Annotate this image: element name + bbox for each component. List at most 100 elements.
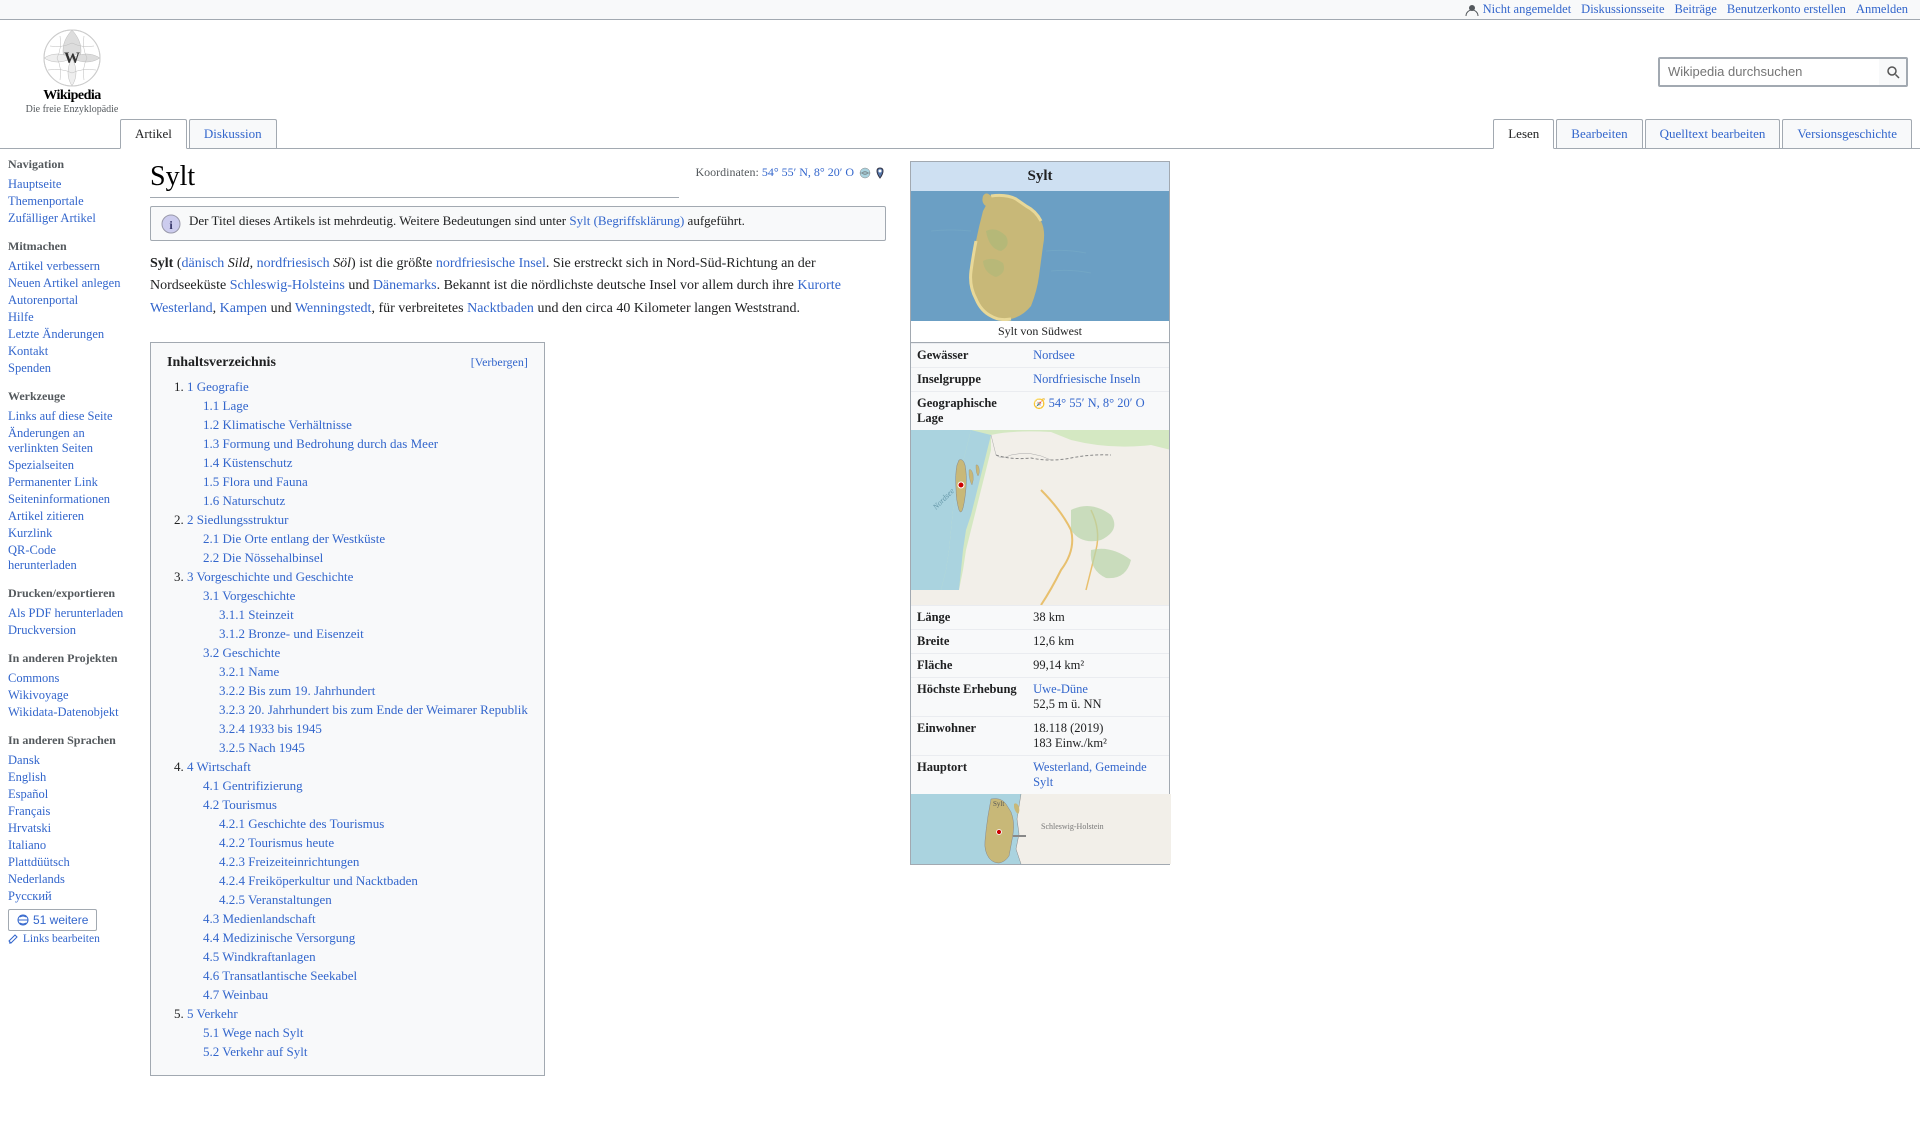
search-icon — [1886, 65, 1900, 79]
wiki-wordmark: Wikipedia — [43, 88, 101, 104]
sidebar-item-autorenportal[interactable]: Autorenportal — [8, 292, 126, 309]
tab-discussion[interactable]: Diskussion — [189, 119, 277, 148]
sidebar-lang-dansk[interactable]: Dansk — [8, 752, 126, 769]
coordinates-link[interactable]: 54° 55′ N, 8° 20′ O — [762, 165, 854, 179]
toc-toggle[interactable]: [Verbergen] — [471, 355, 528, 371]
toc-item-4-7: 4.7 Weinbau — [203, 987, 528, 1003]
sidebar-lang-italiano[interactable]: Italiano — [8, 837, 126, 854]
toc-item-3-1-1: 3.1.1 Steinzeit — [219, 607, 528, 623]
sidebar-item-spezialseiten[interactable]: Spezialseiten — [8, 457, 126, 474]
toc-item-3-2-3: 3.2.3 20. Jahrhundert bis zum Ende der W… — [219, 702, 528, 718]
sidebar-item-kontakt[interactable]: Kontakt — [8, 343, 126, 360]
infobox-value: 12,6 km — [1027, 630, 1169, 654]
sidebar-item-pdf[interactable]: Als PDF herunterladen — [8, 605, 126, 622]
toc-item-3-2-4: 3.2.4 1933 bis 1945 — [219, 721, 528, 737]
map-pin-icon — [874, 167, 886, 179]
sidebar-item-themenportale[interactable]: Themenportale — [8, 193, 126, 210]
sidebar-item-commons[interactable]: Commons — [8, 670, 126, 687]
sidebar-lang-russian[interactable]: Русский — [8, 888, 126, 905]
toc-item-1-6: 1.6 Naturschutz — [203, 493, 528, 509]
toc-item-4-2-1: 4.2.1 Geschichte des Tourismus — [219, 816, 528, 832]
toc-item-1-3: 1.3 Formung und Bedrohung durch das Meer — [203, 436, 528, 452]
infobox-value: 38 km — [1027, 606, 1169, 630]
lang-more-button[interactable]: 51 weitere — [8, 909, 97, 931]
sidebar-item-wikivoyage[interactable]: Wikivoyage — [8, 687, 126, 704]
toc-item-4-2: 4.2 Tourismus 4.2.1 Geschichte des Touri… — [203, 797, 528, 908]
print-title: Drucken/exportieren — [8, 586, 126, 601]
sidebar-item-kurzlink[interactable]: Kurzlink — [8, 525, 126, 542]
sidebar-item-permalink[interactable]: Permanenter Link — [8, 474, 126, 491]
location-dot — [958, 482, 964, 488]
sidebar-item-seiteninformationen[interactable]: Seiteninformationen — [8, 491, 126, 508]
sidebar-item-zufaellig[interactable]: Zufälliger Artikel — [8, 210, 126, 227]
toc-item-4: 4 Wirtschaft 4.1 Gentrifizierung 4.2 Tou… — [187, 759, 528, 1003]
sidebar-item-neu[interactable]: Neuen Artikel anlegen — [8, 275, 126, 292]
sidebar-item-verlinkte-aenderungen[interactable]: Änderungen an verlinkten Seiten — [8, 425, 126, 457]
infobox-row-hauptort: Hauptort Westerland, Gemeinde Sylt — [911, 756, 1169, 795]
toc-item-3-2-2: 3.2.2 Bis zum 19. Jahrhundert — [219, 683, 528, 699]
tab-read[interactable]: Lesen — [1493, 119, 1554, 149]
infobox-label: Länge — [911, 606, 1027, 630]
sidebar-lang-english[interactable]: English — [8, 769, 126, 786]
login-link[interactable]: Anmelden — [1856, 2, 1908, 17]
svg-text:Schleswig-Holstein: Schleswig-Holstein — [1041, 822, 1104, 831]
infobox-label: Gewässer — [911, 344, 1027, 368]
create-account-link[interactable]: Benutzerkonto erstellen — [1727, 2, 1846, 17]
participate-title: Mitmachen — [8, 239, 126, 254]
disambig-link[interactable]: Sylt (Begriffsklärung) — [569, 213, 684, 228]
sidebar-item-links-seite[interactable]: Links auf diese Seite — [8, 408, 126, 425]
toc-item-4-2-3: 4.2.3 Freizeiteinrichtungen — [219, 854, 528, 870]
infobox-value: 99,14 km² — [1027, 654, 1169, 678]
tools-title: Werkzeuge — [8, 389, 126, 404]
toc-item-3: 3 Vorgeschichte und Geschichte 3.1 Vorge… — [187, 569, 528, 756]
discussion-link[interactable]: Diskussionsseite — [1581, 2, 1664, 17]
tab-edit[interactable]: Bearbeiten — [1556, 119, 1642, 148]
links-bearbeiten-link[interactable]: Links bearbeiten — [8, 931, 126, 947]
not-logged-in-link[interactable]: Nicht angemeldet — [1483, 2, 1572, 17]
toc-item-3-2: 3.2 Geschichte 3.2.1 Name 3.2.2 Bis zum … — [203, 645, 528, 756]
toc-item-4-1: 4.1 Gentrifizierung — [203, 778, 528, 794]
user-icon-area: Nicht angemeldet — [1465, 2, 1572, 17]
sidebar-item-druckversion[interactable]: Druckversion — [8, 622, 126, 639]
sidebar-item-aenderungen[interactable]: Letzte Änderungen — [8, 326, 126, 343]
sidebar-lang-francais[interactable]: Français — [8, 803, 126, 820]
infobox-label: Geographische Lage — [911, 392, 1027, 431]
toc-item-4-4: 4.4 Medizinische Versorgung — [203, 930, 528, 946]
infobox: Sylt — [910, 161, 1170, 865]
sidebar: Navigation Hauptseite Themenportale Zufä… — [0, 149, 130, 1129]
sidebar-item-verbessern[interactable]: Artikel verbessern — [8, 258, 126, 275]
disambig-text: Der Titel dieses Artikels ist mehrdeutig… — [189, 213, 745, 229]
sidebar-lang-plattdeutsch[interactable]: Plattdüütsch — [8, 854, 126, 871]
logo-area: W Wikipedia Die freie Enzyklopädie — [12, 24, 132, 119]
geo-compass-icon: 🧭 — [1033, 399, 1045, 410]
wiki-logo[interactable]: W — [42, 28, 102, 88]
sidebar-item-wikidata[interactable]: Wikidata-Datenobjekt — [8, 704, 126, 721]
sidebar-item-spenden[interactable]: Spenden — [8, 360, 126, 377]
infobox-label: Hauptort — [911, 756, 1027, 795]
infobox-value: Uwe-Düne 52,5 m ü. NN — [1027, 678, 1169, 717]
toc-item-4-6: 4.6 Transatlantische Seekabel — [203, 968, 528, 984]
search-button[interactable] — [1879, 58, 1907, 86]
tab-history[interactable]: Versionsgeschichte — [1782, 119, 1912, 148]
svg-text:W: W — [64, 50, 80, 67]
infobox-table-2: Länge 38 km Breite 12,6 km Fläche 99,14 … — [911, 605, 1169, 794]
infobox-value2b: 183 Einw./km² — [1033, 736, 1107, 750]
tab-article[interactable]: Artikel — [120, 119, 187, 149]
tab-source-edit[interactable]: Quelltext bearbeiten — [1645, 119, 1781, 148]
sidebar-item-hilfe[interactable]: Hilfe — [8, 309, 126, 326]
sidebar-item-qr[interactable]: QR-Code herunterladen — [8, 542, 126, 574]
sidebar-item-hauptseite[interactable]: Hauptseite — [8, 176, 126, 193]
sidebar-languages: In anderen Sprachen Dansk English Españo… — [8, 733, 126, 947]
toc-item-3-1-2: 3.1.2 Bronze- und Eisenzeit — [219, 626, 528, 642]
wiki-tagline: Die freie Enzyklopädie — [26, 104, 119, 115]
detail-map: Sylt Schleswig-Holstein — [911, 794, 1171, 864]
sidebar-lang-hrvatski[interactable]: Hrvatski — [8, 820, 126, 837]
sidebar-other-projects: In anderen Projekten Commons Wikivoyage … — [8, 651, 126, 721]
sidebar-item-zitieren[interactable]: Artikel zitieren — [8, 508, 126, 525]
search-input[interactable] — [1659, 58, 1879, 86]
location-map: Nordsee — [911, 430, 1169, 605]
other-projects-title: In anderen Projekten — [8, 651, 126, 666]
sidebar-lang-espanol[interactable]: Español — [8, 786, 126, 803]
sidebar-lang-nederlands[interactable]: Nederlands — [8, 871, 126, 888]
contributions-link[interactable]: Beiträge — [1675, 2, 1717, 17]
